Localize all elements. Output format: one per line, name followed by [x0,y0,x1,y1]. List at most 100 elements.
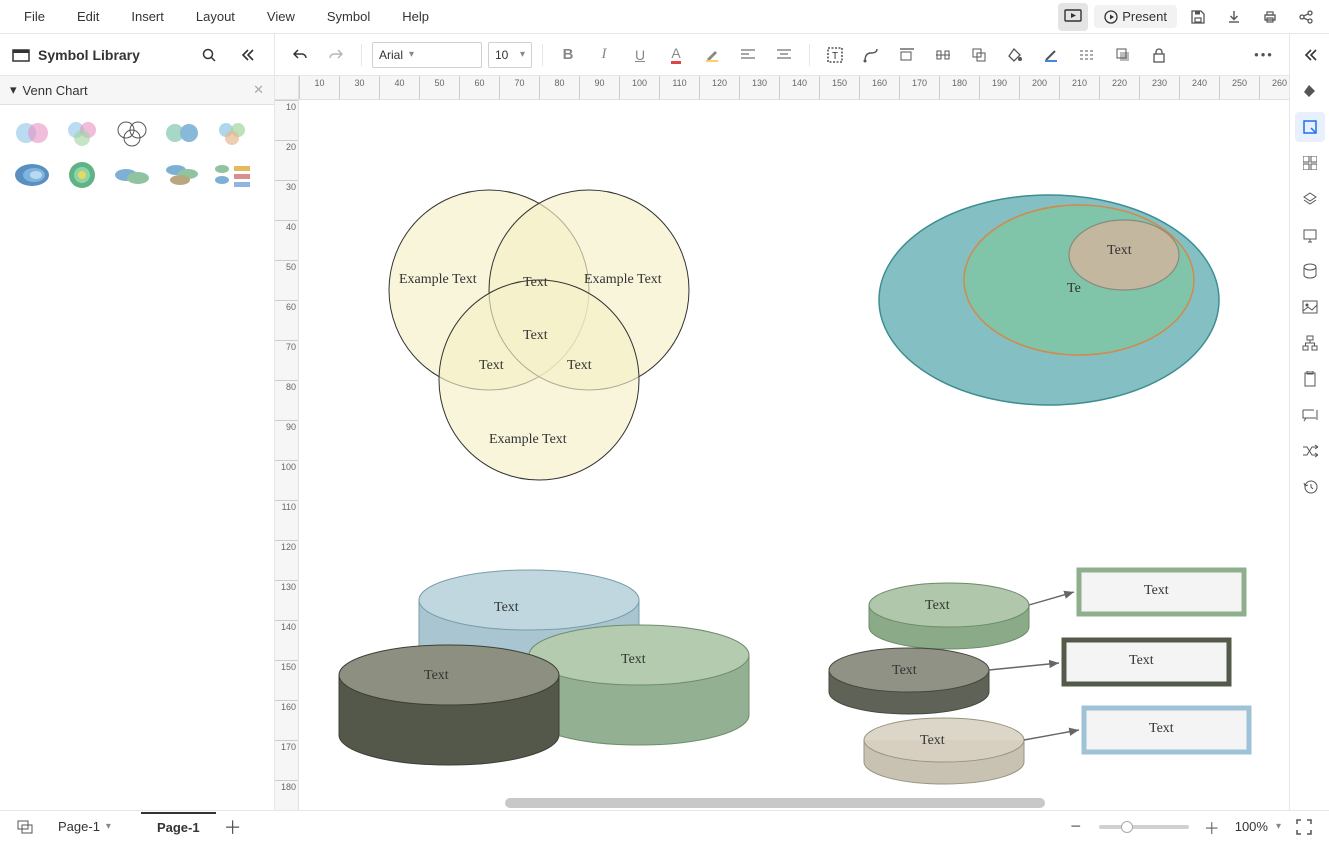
scrollbar-horizontal[interactable] [505,798,1045,808]
page-tab-1[interactable]: Page-1 [141,812,216,841]
connector-button[interactable] [856,41,886,69]
cyl-label-a[interactable]: Text [494,600,519,616]
fill-panel-icon[interactable] [1295,76,1325,106]
menu-symbol[interactable]: Symbol [311,3,386,30]
canvas-page[interactable]: Example Text Example Text Example Text T… [299,100,1289,810]
slideshow-icon[interactable] [1058,3,1088,31]
font-size-select[interactable]: 10 ▾ [488,42,532,68]
disc-flow[interactable] [819,550,1259,810]
venn-label-top-int[interactable]: Text [523,275,548,291]
shape-venn-3-outline[interactable] [110,115,154,151]
distribute-button[interactable] [928,41,958,69]
disc-label-3[interactable]: Text [920,733,945,749]
highlight-button[interactable] [697,41,727,69]
comment-panel-icon[interactable] [1295,400,1325,430]
more-button[interactable]: ••• [1249,41,1279,69]
canvas-scroll[interactable]: Example Text Example Text Example Text T… [299,100,1289,810]
align-v-button[interactable] [769,41,799,69]
italic-button[interactable]: I [589,41,619,69]
line-color-button[interactable] [1036,41,1066,69]
shape-cylinders-2[interactable] [110,157,154,193]
shape-flow-boxes[interactable] [210,157,254,193]
page-selector[interactable]: Page-1 ▾ [50,817,119,836]
menu-insert[interactable]: Insert [115,3,180,30]
print-icon[interactable] [1255,3,1285,31]
venn-chart-section[interactable]: ▾ Venn Chart ✕ [0,76,274,105]
menu-view[interactable]: View [251,3,311,30]
shape-two-circles[interactable] [160,115,204,151]
shuffle-panel-icon[interactable] [1295,436,1325,466]
lock-button[interactable] [1144,41,1174,69]
underline-button[interactable]: U [625,41,655,69]
venn-label-center[interactable]: Text [523,328,548,344]
shadow-button[interactable] [1108,41,1138,69]
font-select[interactable]: Arial ▾ [372,42,482,68]
menu-edit[interactable]: Edit [61,3,115,30]
search-icon[interactable] [194,41,224,69]
pages-list-icon[interactable] [10,813,40,841]
group-button[interactable] [964,41,994,69]
nested-label-inner[interactable]: Text [1107,243,1132,259]
fullscreen-button[interactable] [1289,813,1319,841]
save-icon[interactable] [1183,3,1213,31]
bold-button[interactable]: B [553,41,583,69]
venn-label-b[interactable]: Example Text [489,432,567,448]
shape-nested-green[interactable] [60,157,104,193]
section-label: Venn Chart [23,83,88,98]
font-color-button[interactable]: A [661,41,691,69]
download-icon[interactable] [1219,3,1249,31]
disc-label-2[interactable]: Text [892,663,917,679]
line-style-button[interactable] [1072,41,1102,69]
history-panel-icon[interactable] [1295,472,1325,502]
ruler-vertical[interactable]: 1020304050607080901001101201301401501601… [275,100,299,810]
undo-button[interactable] [285,41,315,69]
shape-venn-2[interactable] [10,115,54,151]
disc-label-1[interactable]: Text [925,598,950,614]
shape-nested-ellipses[interactable] [10,157,54,193]
nested-ellipses[interactable] [869,180,1229,420]
zoom-slider[interactable] [1099,825,1189,829]
data-panel-icon[interactable] [1295,256,1325,286]
cyl-label-b[interactable]: Text [621,652,646,668]
text-box-button[interactable]: T [820,41,850,69]
chevron-down-icon[interactable]: ▾ [1276,821,1281,832]
box-label-3[interactable]: Text [1149,721,1174,737]
align-shapes-button[interactable] [892,41,922,69]
align-h-button[interactable] [733,41,763,69]
hierarchy-panel-icon[interactable] [1295,328,1325,358]
redo-button[interactable] [321,41,351,69]
nested-label-mid[interactable]: Te [1067,281,1081,297]
share-icon[interactable] [1291,3,1321,31]
close-section-icon[interactable]: ✕ [253,82,264,98]
shape-cylinders-3[interactable] [160,157,204,193]
menu-file[interactable]: File [8,3,61,30]
page-panel-icon[interactable] [1295,112,1325,142]
page-selector-label: Page-1 [58,819,100,834]
box-label-2[interactable]: Text [1129,653,1154,669]
venn-label-left-int[interactable]: Text [479,358,504,374]
layers-panel-icon[interactable] [1295,184,1325,214]
fill-button[interactable] [1000,41,1030,69]
present-button[interactable]: Present [1094,5,1177,28]
venn-label-right-int[interactable]: Text [567,358,592,374]
zoom-in-button[interactable]: ＋ [1197,813,1227,841]
venn-label-tl[interactable]: Example Text [399,272,477,288]
ruler-horizontal[interactable]: 1030405060708090100110120130140150160170… [299,76,1289,100]
menu-layout[interactable]: Layout [180,3,251,30]
cyl-label-c[interactable]: Text [424,668,449,684]
present-panel-icon[interactable] [1295,220,1325,250]
shape-venn-3-color[interactable] [60,115,104,151]
cylinders-three[interactable] [329,540,769,780]
add-page-button[interactable]: ＋ [220,814,246,840]
shape-three-circles[interactable] [210,115,254,151]
box-label-1[interactable]: Text [1144,583,1169,599]
menu-help[interactable]: Help [386,3,445,30]
expand-panel-icon[interactable] [1295,40,1325,70]
collapse-panel-icon[interactable] [232,41,262,69]
venn-label-tr[interactable]: Example Text [584,272,662,288]
grid-panel-icon[interactable] [1295,148,1325,178]
clipboard-panel-icon[interactable] [1295,364,1325,394]
image-panel-icon[interactable] [1295,292,1325,322]
zoom-out-button[interactable]: − [1061,813,1091,841]
formatting-toolbar: Arial ▾ 10 ▾ B I U A T [275,34,1289,76]
